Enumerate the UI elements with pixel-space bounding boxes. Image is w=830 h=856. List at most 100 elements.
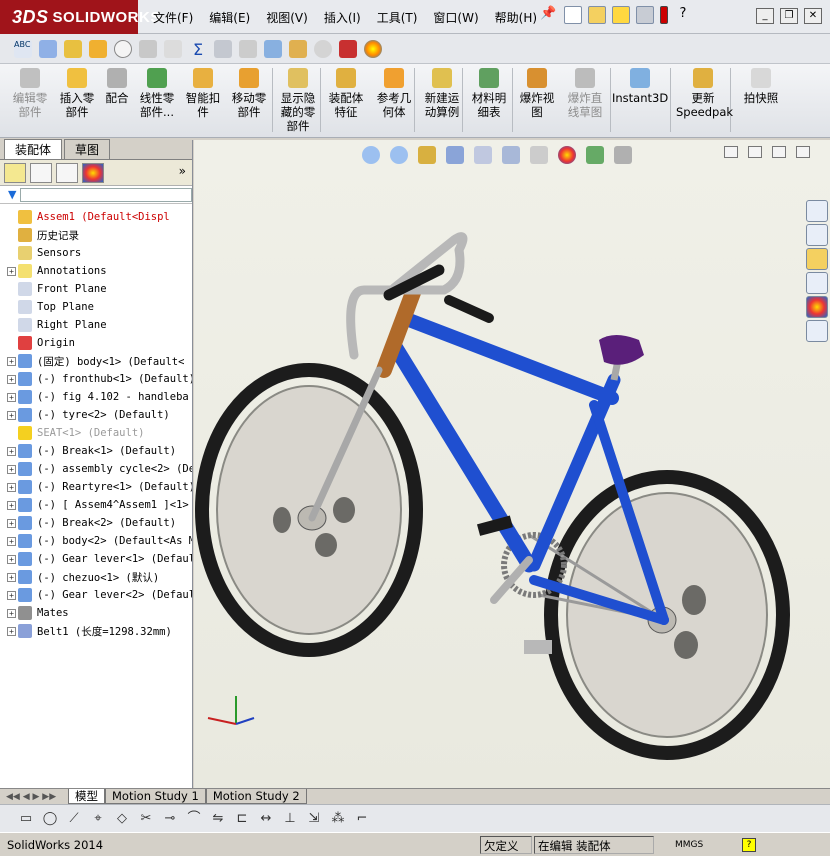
- tree-item[interactable]: Top Plane: [0, 298, 192, 316]
- traffic-light-icon[interactable]: [660, 6, 668, 24]
- accept-icon[interactable]: [314, 39, 332, 58]
- balance-icon[interactable]: [64, 39, 82, 58]
- help-icon[interactable]: ?: [742, 838, 756, 852]
- property-manager-icon[interactable]: [30, 162, 52, 183]
- tree-item[interactable]: + (-) [ Assem4^Assem1 ]<1>: [0, 496, 192, 514]
- ribbon-button-9[interactable]: 新建运 动算例: [418, 68, 466, 119]
- check-icon[interactable]: [164, 39, 182, 58]
- display-style-icon[interactable]: [502, 146, 520, 164]
- ribbon-button-14[interactable]: 更新 Speedpak: [676, 68, 733, 119]
- menu-edit[interactable]: 编辑(E): [201, 9, 258, 26]
- ribbon-button-2[interactable]: 配合: [101, 68, 133, 105]
- circle-icon[interactable]: ◯: [42, 811, 58, 827]
- view-settings-icon[interactable]: [614, 146, 632, 164]
- tree-item[interactable]: + (-) chezuo<1> (默认): [0, 568, 192, 586]
- graphics-area[interactable]: [194, 140, 830, 788]
- menu-window[interactable]: 窗口(W): [425, 9, 486, 26]
- expand-icon[interactable]: +: [7, 392, 16, 402]
- mirror-icon[interactable]: ⇋: [210, 811, 226, 827]
- menu-insert[interactable]: 插入(I): [316, 9, 369, 26]
- filter-icon[interactable]: ▼: [8, 188, 16, 201]
- tab-model[interactable]: 模型: [68, 789, 105, 804]
- viewport-split-button[interactable]: [724, 146, 738, 158]
- expand-icon[interactable]: +: [7, 374, 16, 384]
- centerline-icon[interactable]: ⊸: [162, 811, 178, 827]
- file-explorer-icon[interactable]: [806, 248, 828, 270]
- expand-icon[interactable]: +: [7, 536, 16, 546]
- ribbon-button-1[interactable]: 插入零 部件: [54, 68, 100, 119]
- arc-icon[interactable]: ⌒: [186, 811, 202, 827]
- line-icon[interactable]: ⟋: [66, 811, 82, 827]
- minimize-button[interactable]: _: [756, 8, 774, 24]
- tree-item[interactable]: + (-) Break<1> (Default): [0, 442, 192, 460]
- display-manager-icon[interactable]: [82, 162, 104, 183]
- tab-motion-study-2[interactable]: Motion Study 2: [205, 789, 307, 804]
- help-question-icon[interactable]: ?: [674, 6, 692, 24]
- offset-icon[interactable]: ⊏: [234, 811, 250, 827]
- tab-motion-study-1[interactable]: Motion Study 1: [105, 789, 206, 804]
- menu-view[interactable]: 视图(V): [258, 9, 316, 26]
- ribbon-button-4[interactable]: 智能扣 件: [180, 68, 226, 119]
- expand-icon[interactable]: +: [7, 410, 16, 420]
- stop-icon[interactable]: [339, 39, 357, 58]
- previous-view-icon[interactable]: [418, 146, 436, 164]
- ribbon-button-15[interactable]: 拍快照: [736, 68, 786, 105]
- tree-item[interactable]: + Mates: [0, 604, 192, 622]
- sum-icon[interactable]: Σ: [189, 40, 207, 59]
- rebuild-warning-icon[interactable]: [612, 6, 630, 24]
- zoom-to-area-icon[interactable]: [390, 146, 408, 164]
- design-library-icon[interactable]: [806, 224, 828, 246]
- mass-properties-icon[interactable]: [139, 39, 157, 58]
- ribbon-button-12[interactable]: 爆炸直 线草图: [562, 68, 608, 119]
- ribbon-button-5[interactable]: 移动零 部件: [226, 68, 272, 119]
- tree-item[interactable]: Right Plane: [0, 316, 192, 334]
- open-folder-icon[interactable]: [588, 6, 606, 24]
- trim-icon[interactable]: ✂: [138, 811, 154, 827]
- interference-icon[interactable]: [214, 39, 232, 58]
- close-button[interactable]: ✕: [804, 8, 822, 24]
- tree-item[interactable]: 历史记录: [0, 226, 192, 244]
- edit-appearance-icon[interactable]: [558, 146, 576, 164]
- tree-item[interactable]: + (-) Break<2> (Default): [0, 514, 192, 532]
- ribbon-button-0[interactable]: 编辑零 部件: [6, 68, 54, 119]
- relation-icon[interactable]: ⊥: [282, 811, 298, 827]
- tab-nav-arrows[interactable]: ◀◀ ◀ ▶ ▶▶: [0, 792, 68, 802]
- tree-item[interactable]: + (-) tyre<2> (Default): [0, 406, 192, 424]
- toolbox-icon[interactable]: [264, 39, 282, 58]
- measure-icon[interactable]: [114, 39, 132, 58]
- appearance-icon[interactable]: [364, 39, 382, 58]
- tab-assembly[interactable]: 装配体: [4, 139, 63, 159]
- tree-item[interactable]: + (-) Gear lever<2> (Defaul: [0, 586, 192, 604]
- new-document-icon[interactable]: [564, 6, 582, 24]
- tree-item[interactable]: + Annotations: [0, 262, 192, 280]
- ribbon-button-3[interactable]: 线性零 部件...: [134, 68, 180, 119]
- expand-icon[interactable]: +: [7, 356, 16, 366]
- menu-file[interactable]: 文件(F): [145, 9, 201, 26]
- tree-item[interactable]: Front Plane: [0, 280, 192, 298]
- expand-icon[interactable]: +: [7, 266, 16, 276]
- rectangle-icon[interactable]: ▭: [18, 811, 34, 827]
- ribbon-button-7[interactable]: 装配体 特征: [322, 68, 370, 119]
- viewport-restore-button[interactable]: [772, 146, 786, 158]
- section-view-icon[interactable]: [446, 146, 464, 164]
- pattern-icon[interactable]: ⁂: [330, 811, 346, 827]
- tree-item[interactable]: + (-) Reartyre<1> (Default): [0, 478, 192, 496]
- tree-item[interactable]: + (-) body<2> (Default<As M: [0, 532, 192, 550]
- viewport-minimize-button[interactable]: [748, 146, 762, 158]
- ribbon-button-13[interactable]: Instant3D: [612, 68, 668, 105]
- smart-mate-icon[interactable]: [39, 39, 57, 58]
- ribbon-button-6[interactable]: 显示隐 藏的零 部件: [274, 68, 322, 133]
- solidworks-logo[interactable]: 3DS SOLIDWORKS: [0, 0, 160, 34]
- smart-dimension-icon[interactable]: ↔: [258, 811, 274, 827]
- zoom-to-fit-icon[interactable]: [362, 146, 380, 164]
- tree-item[interactable]: + (固定) body<1> (Default<: [0, 352, 192, 370]
- pin-icon[interactable]: 📌: [540, 6, 558, 24]
- custom-properties-icon[interactable]: [806, 320, 828, 342]
- print-icon[interactable]: [636, 6, 654, 24]
- menu-tools[interactable]: 工具(T): [369, 9, 426, 26]
- expand-icon[interactable]: +: [7, 464, 16, 474]
- tree-item[interactable]: + (-) Gear lever<1> (Defaul: [0, 550, 192, 568]
- view-palette-icon[interactable]: [806, 272, 828, 294]
- appearances-icon[interactable]: [806, 296, 828, 318]
- view-orientation-icon[interactable]: [474, 146, 492, 164]
